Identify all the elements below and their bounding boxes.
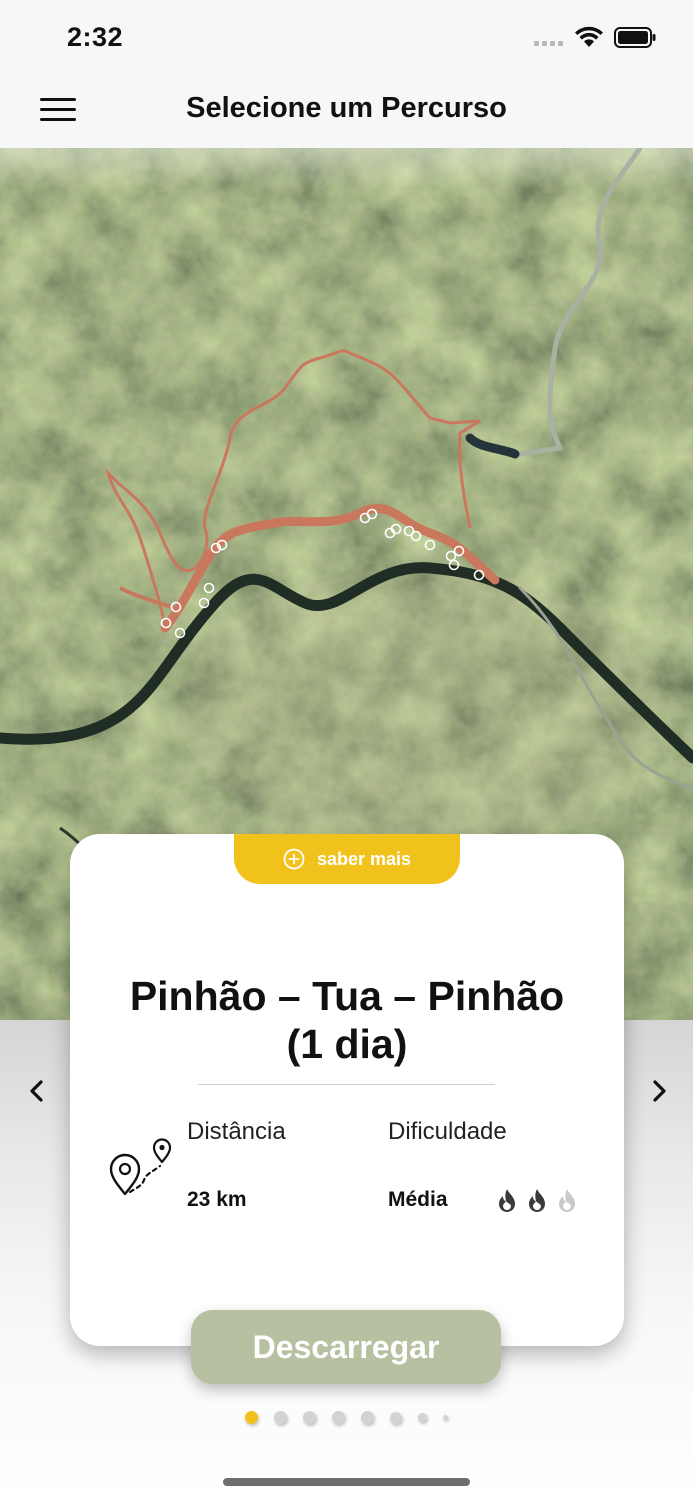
chevron-right-icon[interactable] xyxy=(644,1074,674,1108)
route-pins-icon xyxy=(109,1138,172,1196)
route-title-line1: Pinhão – Tua – Pinhão xyxy=(129,973,565,1019)
battery-icon xyxy=(614,27,656,48)
status-time: 2:32 xyxy=(67,22,124,52)
page-dot[interactable] xyxy=(274,1411,287,1424)
saber-mais-button[interactable]: saber mais xyxy=(234,834,460,884)
page-dot[interactable] xyxy=(443,1415,448,1420)
saber-mais-label: saber mais xyxy=(316,848,412,869)
wifi-icon xyxy=(575,26,603,47)
page-dot[interactable] xyxy=(361,1411,374,1424)
difficulty-value: Média xyxy=(388,1188,448,1211)
signal-icon xyxy=(534,41,563,46)
route-title: Pinhão – Tua – Pinhão (1 dia) xyxy=(90,972,604,1068)
plus-circle-icon xyxy=(283,848,305,870)
difficulty-flames xyxy=(496,1188,578,1213)
page-dot[interactable] xyxy=(418,1413,427,1422)
carousel-pagination xyxy=(0,1411,693,1424)
navigation-bar: Selecione um Percurso xyxy=(0,72,693,148)
page-dot[interactable] xyxy=(332,1411,345,1424)
distance-value: 23 km xyxy=(187,1188,247,1211)
download-button[interactable]: Descarregar xyxy=(191,1310,501,1384)
chevron-left-icon[interactable] xyxy=(22,1074,52,1108)
status-bar: 2:32 xyxy=(0,0,693,72)
home-indicator[interactable] xyxy=(223,1478,470,1486)
page-dot[interactable] xyxy=(303,1411,316,1424)
page-dot[interactable] xyxy=(390,1411,402,1424)
page-dot[interactable] xyxy=(245,1411,258,1424)
flame-icon xyxy=(499,1189,515,1212)
route-card: saber mais Pinhão – Tua – Pinhão (1 dia)… xyxy=(70,834,624,1346)
distance-label: Distância xyxy=(187,1118,286,1145)
page-title: Selecione um Percurso xyxy=(186,92,507,124)
title-divider xyxy=(198,1084,495,1085)
difficulty-label: Dificuldade xyxy=(388,1118,507,1145)
flame-icon xyxy=(529,1189,545,1212)
download-label: Descarregar xyxy=(252,1328,440,1365)
flame-icon xyxy=(559,1189,575,1212)
route-title-line2: (1 dia) xyxy=(286,1021,408,1067)
